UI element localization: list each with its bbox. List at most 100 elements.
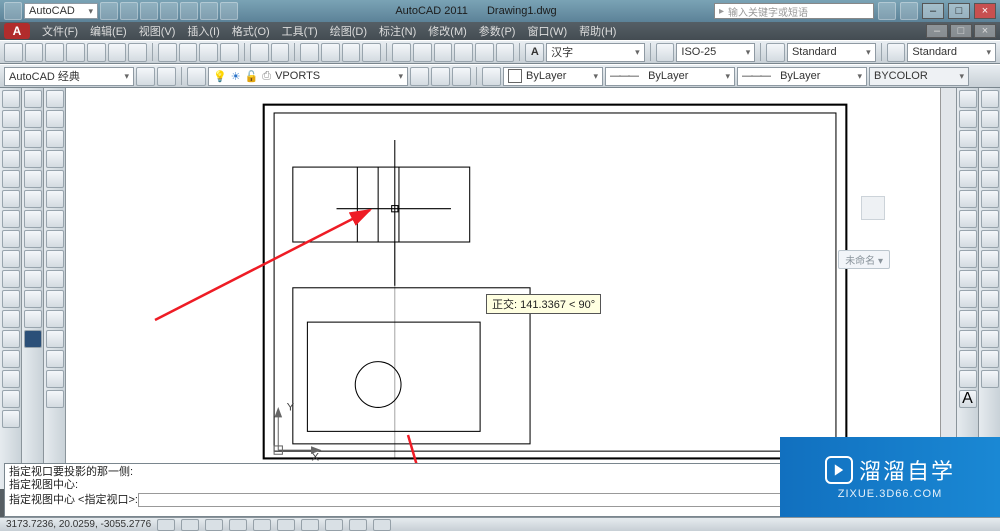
layout-preview-icon[interactable]: [861, 196, 885, 220]
wipeout-icon[interactable]: [24, 170, 42, 188]
menu-tools[interactable]: 工具(T): [276, 23, 324, 39]
r2-4-icon[interactable]: [981, 150, 999, 168]
layer-state-icon[interactable]: [431, 67, 450, 86]
menu-help[interactable]: 帮助(H): [573, 23, 622, 39]
color-picker-button[interactable]: [482, 67, 501, 86]
polygon-icon[interactable]: [2, 130, 20, 148]
list-icon[interactable]: [959, 130, 977, 148]
dim5-icon[interactable]: [959, 250, 977, 268]
revcloud-icon[interactable]: [24, 150, 42, 168]
r2-13-icon[interactable]: [981, 330, 999, 348]
dim8-icon[interactable]: [959, 310, 977, 328]
qat-open-icon[interactable]: [120, 2, 138, 20]
point-icon[interactable]: [2, 310, 20, 328]
pline-icon[interactable]: [2, 110, 20, 128]
vertical-scrollbar[interactable]: [940, 88, 956, 473]
std-toolbar-2[interactable]: [25, 43, 44, 62]
help-icon[interactable]: [900, 2, 918, 20]
menu-modify[interactable]: 修改(M): [422, 23, 473, 39]
std-toolbar-3[interactable]: [45, 43, 64, 62]
std-pan-icon[interactable]: [300, 43, 319, 62]
lwt-toggle[interactable]: [349, 519, 367, 531]
extend-icon[interactable]: [46, 290, 64, 308]
std-calc-icon[interactable]: [496, 43, 515, 62]
ellipsearc-icon[interactable]: [2, 250, 20, 268]
region-icon[interactable]: [2, 370, 20, 388]
dyn-toggle[interactable]: [325, 519, 343, 531]
r2-5-icon[interactable]: [981, 170, 999, 188]
dim2-icon[interactable]: [959, 190, 977, 208]
rect-icon[interactable]: [2, 150, 20, 168]
cons-line-icon[interactable]: [24, 90, 42, 108]
plotstyle-combo[interactable]: BYCOLOR▾: [869, 67, 969, 86]
std-dc-icon[interactable]: [413, 43, 432, 62]
r2-8-icon[interactable]: [981, 230, 999, 248]
menu-insert[interactable]: 插入(I): [181, 23, 225, 39]
qp-toggle[interactable]: [373, 519, 391, 531]
std-toolbar-4[interactable]: [66, 43, 85, 62]
helix-icon[interactable]: [24, 210, 42, 228]
array-icon[interactable]: [46, 170, 64, 188]
text-style-combo[interactable]: 汉字▾: [546, 43, 645, 62]
measure-icon[interactable]: [24, 270, 42, 288]
break-icon[interactable]: [46, 310, 64, 328]
text-a-icon[interactable]: A: [959, 390, 977, 408]
std-markup-icon[interactable]: [475, 43, 494, 62]
title-app-dropdown[interactable]: AutoCAD▾: [24, 3, 98, 19]
copy-icon[interactable]: [46, 110, 64, 128]
polar-toggle[interactable]: [229, 519, 247, 531]
app-logo-icon[interactable]: A: [4, 23, 30, 39]
layer-prev-icon[interactable]: [410, 67, 429, 86]
menu-param[interactable]: 参数(P): [473, 23, 522, 39]
r2-3-icon[interactable]: [981, 130, 999, 148]
drawing-canvas[interactable]: Y X 正交: 141.3367 < 90° 未命名 ▾: [66, 88, 940, 473]
boundary-icon[interactable]: [24, 230, 42, 248]
layer-combo[interactable]: 💡 ☀ 🔓 ⎙ VPORTS▾: [208, 67, 408, 86]
stretch-icon[interactable]: [46, 250, 64, 268]
text-style-mgr-button[interactable]: A: [525, 43, 544, 62]
table-icon[interactable]: [2, 390, 20, 408]
std-toolbar-7[interactable]: [128, 43, 147, 62]
r2-11-icon[interactable]: [981, 290, 999, 308]
active-draw-icon[interactable]: [24, 330, 42, 348]
explode-icon[interactable]: [46, 390, 64, 408]
osnap-toggle[interactable]: [253, 519, 271, 531]
std-toolbar-6[interactable]: [108, 43, 127, 62]
hatch-icon[interactable]: [2, 330, 20, 348]
otrack-toggle[interactable]: [277, 519, 295, 531]
dim3-icon[interactable]: [959, 210, 977, 228]
dim11-icon[interactable]: [959, 370, 977, 388]
mleader-style-combo[interactable]: Standard▾: [907, 43, 996, 62]
std-match-icon[interactable]: [220, 43, 239, 62]
3dpoly-icon[interactable]: [24, 190, 42, 208]
workspace-combo[interactable]: AutoCAD 经典▾: [4, 67, 134, 86]
std-toolbar-5[interactable]: [87, 43, 106, 62]
menu-format[interactable]: 格式(O): [226, 23, 276, 39]
std-ssm-icon[interactable]: [454, 43, 473, 62]
mtext-icon[interactable]: [2, 410, 20, 428]
doc-restore-button[interactable]: □: [950, 24, 972, 38]
mirror-icon[interactable]: [46, 130, 64, 148]
std-zoom-icon[interactable]: [321, 43, 340, 62]
mleader-style-mgr-button[interactable]: [887, 43, 906, 62]
std-redo-icon[interactable]: [271, 43, 290, 62]
r2-15-icon[interactable]: [981, 370, 999, 388]
rotate-icon[interactable]: [46, 210, 64, 228]
gradient-icon[interactable]: [2, 350, 20, 368]
r2-12-icon[interactable]: [981, 310, 999, 328]
fillet-icon[interactable]: [46, 370, 64, 388]
dim10-icon[interactable]: [959, 350, 977, 368]
annotation-badge[interactable]: 未命名 ▾: [838, 250, 890, 269]
area-icon[interactable]: [959, 110, 977, 128]
r2-14-icon[interactable]: [981, 350, 999, 368]
std-paste-icon[interactable]: [199, 43, 218, 62]
arc2-icon[interactable]: [24, 290, 42, 308]
std-props-icon[interactable]: [392, 43, 411, 62]
erase-icon[interactable]: [46, 90, 64, 108]
ducs-toggle[interactable]: [301, 519, 319, 531]
linetype-combo[interactable]: ——— ByLayer▾: [605, 67, 735, 86]
color-combo[interactable]: ByLayer▾: [503, 67, 603, 86]
doc-minimize-button[interactable]: –: [926, 24, 948, 38]
ellipse-icon[interactable]: [2, 230, 20, 248]
qat-saveas-icon[interactable]: [160, 2, 178, 20]
